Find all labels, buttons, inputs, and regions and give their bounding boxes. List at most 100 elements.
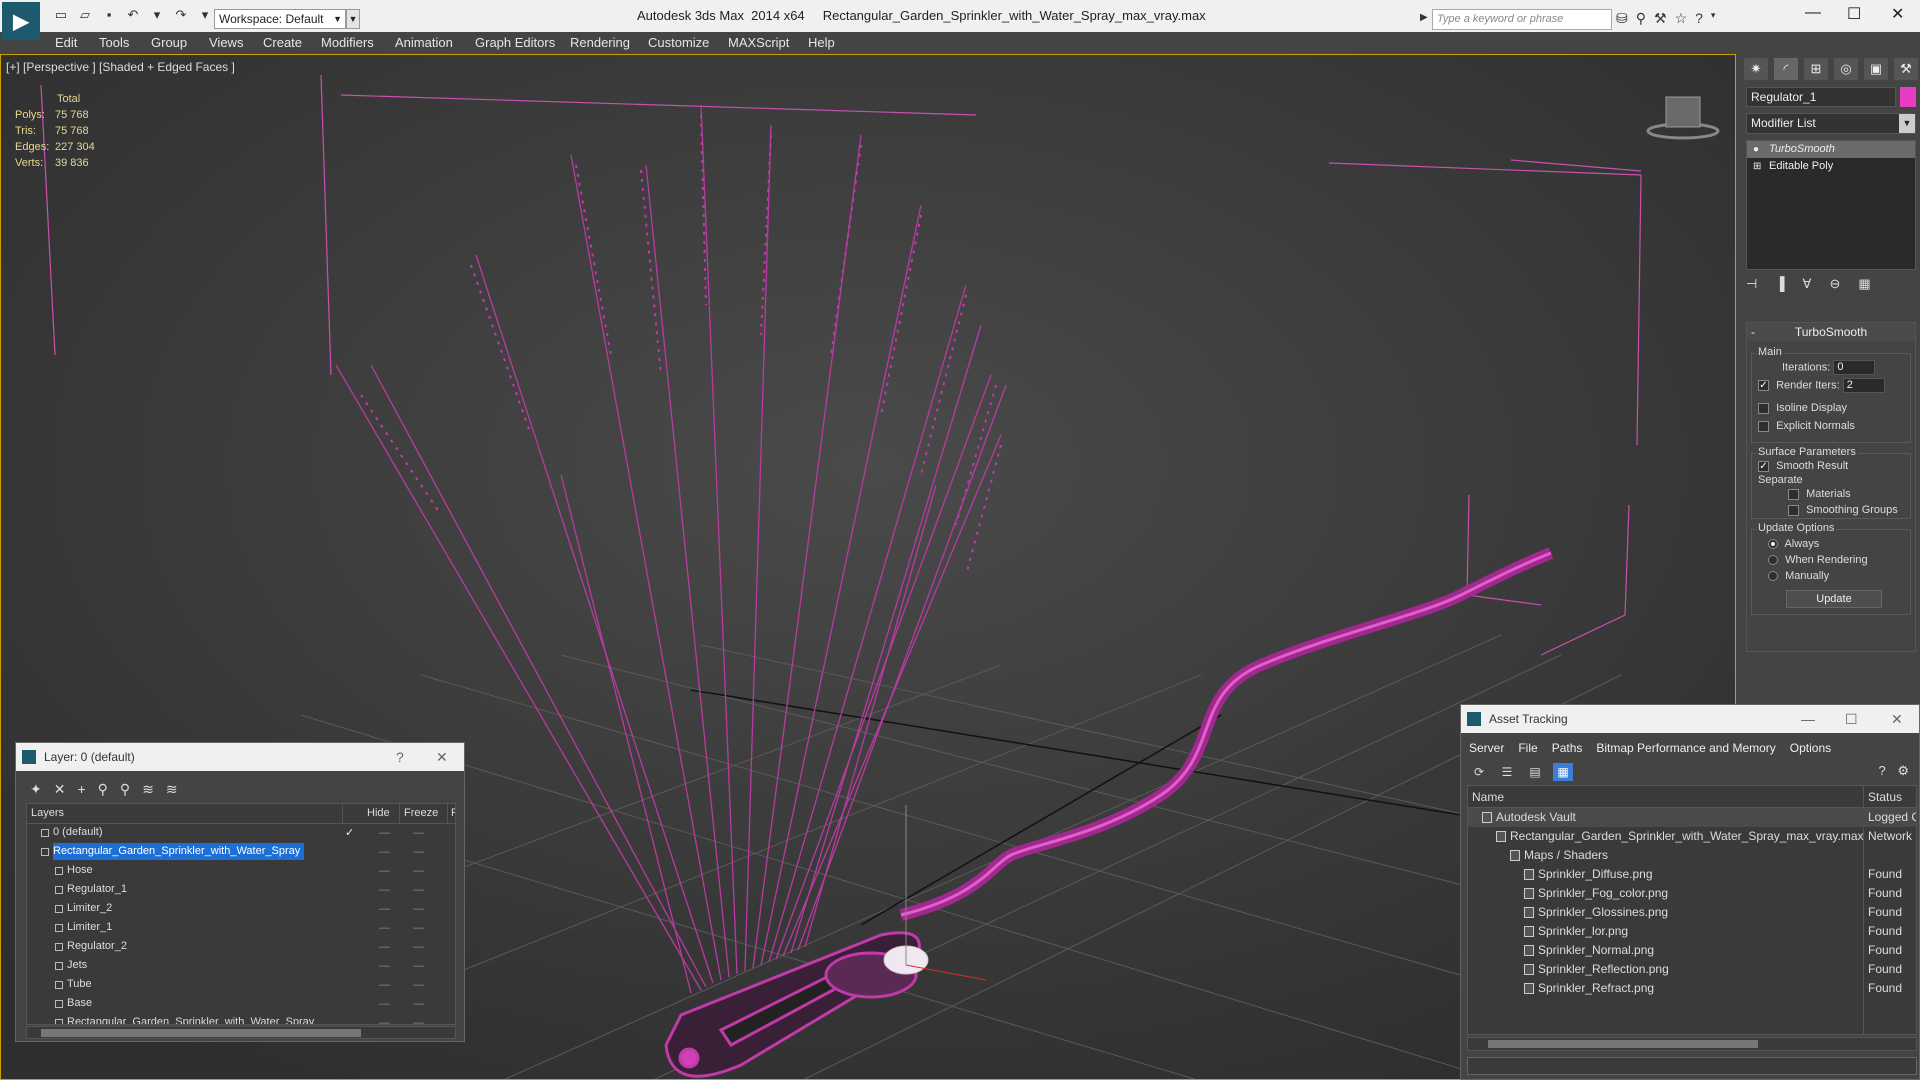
- maximize-icon[interactable]: ☐: [1845, 705, 1858, 733]
- hierarchy-tab-icon[interactable]: ⊞: [1804, 58, 1828, 80]
- asset-menu-paths[interactable]: Paths: [1552, 741, 1583, 755]
- layer-row[interactable]: Rectangular_Garden_Sprinkler_with_Water_…: [27, 1014, 455, 1024]
- smooth-result-checkbox[interactable]: ✓: [1758, 460, 1769, 472]
- favorites-icon[interactable]: ☆: [1675, 10, 1688, 27]
- asset-row[interactable]: Sprinkler_Normal.png Found: [1468, 941, 1916, 960]
- freeze-toggle[interactable]: —: [413, 938, 424, 957]
- remove-modifier-icon[interactable]: ⊖: [1829, 276, 1840, 292]
- asset-row[interactable]: Sprinkler_Refract.png Found: [1468, 979, 1916, 998]
- redo-dropdown-icon[interactable]: ▾: [196, 7, 214, 23]
- menu-views[interactable]: Views: [209, 35, 243, 50]
- hide-toggle[interactable]: —: [379, 995, 390, 1014]
- modify-tab-icon[interactable]: ◜: [1774, 58, 1798, 80]
- explicit-normals-checkbox[interactable]: [1758, 420, 1769, 432]
- layer-row[interactable]: Tube — —: [27, 976, 455, 995]
- object-name-field[interactable]: Regulator_1: [1746, 87, 1896, 107]
- layer-row[interactable]: Limiter_1 — —: [27, 919, 455, 938]
- explicit-normals-option[interactable]: Explicit Normals: [1758, 420, 1855, 432]
- hide-toggle[interactable]: —: [379, 862, 390, 881]
- modifier-list-dropdown[interactable]: Modifier List ▼: [1746, 113, 1916, 134]
- workspace-options-button[interactable]: ▼: [346, 9, 360, 29]
- isoline-checkbox[interactable]: [1758, 402, 1769, 414]
- new-file-icon[interactable]: ▭: [52, 7, 70, 23]
- configure-sets-icon[interactable]: ▦: [1858, 276, 1870, 292]
- freeze-toggle[interactable]: —: [413, 824, 424, 843]
- always-radio[interactable]: [1768, 539, 1778, 550]
- col-render[interactable]: R: [451, 807, 455, 819]
- open-file-icon[interactable]: ▱: [76, 7, 94, 23]
- create-tab-icon[interactable]: ✷: [1744, 58, 1768, 80]
- display-tab-icon[interactable]: ▣: [1864, 58, 1888, 80]
- freeze-toggle[interactable]: —: [413, 881, 424, 900]
- freeze-toggle[interactable]: —: [413, 900, 424, 919]
- col-status[interactable]: Status: [1868, 790, 1902, 804]
- new-layer-icon[interactable]: ✦: [30, 781, 42, 798]
- minimize-icon[interactable]: —: [1805, 4, 1821, 22]
- iterations-spinner[interactable]: 0: [1833, 360, 1876, 375]
- expand-icon[interactable]: ⊞: [1753, 158, 1761, 175]
- table-view-icon[interactable]: ▦: [1553, 763, 1573, 781]
- menu-rendering[interactable]: Rendering: [570, 35, 630, 50]
- binoculars-icon[interactable]: ⛁: [1616, 10, 1628, 27]
- add-to-layer-icon[interactable]: +: [77, 781, 85, 798]
- asset-dialog-titlebar[interactable]: Asset Tracking — ☐ ✕: [1461, 705, 1919, 733]
- select-objects-icon[interactable]: ⚲: [98, 781, 108, 798]
- freeze-toggle[interactable]: —: [413, 919, 424, 938]
- asset-row[interactable]: Sprinkler_Glossines.png Found: [1468, 903, 1916, 922]
- app-logo-button[interactable]: ▶: [2, 2, 40, 40]
- lightbulb-icon[interactable]: ●: [1753, 141, 1759, 158]
- close-icon[interactable]: ✕: [1891, 705, 1903, 733]
- menu-modifiers[interactable]: Modifiers: [321, 35, 374, 50]
- close-icon[interactable]: ✕: [436, 743, 448, 771]
- menu-animation[interactable]: Animation: [395, 35, 453, 50]
- layer-row[interactable]: Jets — —: [27, 957, 455, 976]
- materials-checkbox[interactable]: [1788, 488, 1799, 500]
- menu-tools[interactable]: Tools: [99, 35, 129, 50]
- asset-menu-server[interactable]: Server: [1469, 741, 1504, 755]
- hide-toggle[interactable]: —: [379, 957, 390, 976]
- freeze-toggle[interactable]: —: [413, 1014, 424, 1024]
- help-icon[interactable]: ?: [396, 743, 404, 771]
- hide-all-icon[interactable]: ≋: [142, 781, 154, 798]
- hide-toggle[interactable]: —: [379, 919, 390, 938]
- search-input[interactable]: Type a keyword or phrase: [1432, 9, 1612, 30]
- smoothing-groups-option[interactable]: Smoothing Groups: [1788, 504, 1898, 516]
- show-end-result-icon[interactable]: ▐: [1775, 276, 1784, 292]
- asset-menu-options[interactable]: Options: [1790, 741, 1831, 755]
- freeze-toggle[interactable]: —: [413, 862, 424, 881]
- object-color-swatch[interactable]: [1900, 87, 1916, 107]
- asset-list-scrollbar[interactable]: [1467, 1037, 1917, 1051]
- freeze-toggle[interactable]: —: [413, 995, 424, 1014]
- layer-dialog-titlebar[interactable]: Layer: 0 (default) ? ✕: [16, 743, 464, 771]
- freeze-toggle[interactable]: —: [413, 957, 424, 976]
- when-rendering-radio[interactable]: [1768, 555, 1778, 566]
- motion-tab-icon[interactable]: ◎: [1834, 58, 1858, 80]
- smoothing-groups-checkbox[interactable]: [1788, 504, 1799, 516]
- menu-edit[interactable]: Edit: [55, 35, 77, 50]
- render-iters-spinner[interactable]: 2: [1842, 378, 1885, 393]
- layer-row[interactable]: Base — —: [27, 995, 455, 1014]
- rollout-header[interactable]: - TurboSmooth: [1747, 323, 1915, 341]
- asset-row[interactable]: Sprinkler_Reflection.png Found: [1468, 960, 1916, 979]
- workspace-dropdown[interactable]: Workspace: Default ▼: [214, 9, 346, 29]
- layer-row[interactable]: Regulator_2 — —: [27, 938, 455, 957]
- redo-icon[interactable]: ↷: [172, 7, 190, 23]
- subscription-icon[interactable]: ⚒: [1654, 10, 1667, 27]
- help-icon[interactable]: ?: [1695, 10, 1703, 27]
- layer-row[interactable]: Hose — —: [27, 862, 455, 881]
- layer-row[interactable]: 0 (default) ✓ — —: [27, 824, 455, 843]
- update-manually-option[interactable]: Manually: [1768, 570, 1829, 582]
- current-layer-check[interactable]: ✓: [345, 824, 354, 843]
- asset-row[interactable]: Autodesk Vault Logged C: [1468, 808, 1916, 827]
- freeze-all-icon[interactable]: ≋: [166, 781, 178, 798]
- stack-item-editable-poly[interactable]: ⊞ Editable Poly: [1747, 158, 1915, 175]
- help-icon[interactable]: ?: [1878, 763, 1885, 778]
- col-freeze[interactable]: Freeze: [404, 807, 438, 819]
- delete-layer-icon[interactable]: ✕: [54, 781, 66, 798]
- help-dropdown-icon[interactable]: ▾: [1711, 10, 1716, 27]
- key-icon[interactable]: ⚲: [1636, 10, 1646, 27]
- layer-row[interactable]: Rectangular_Garden_Sprinkler_with_Water_…: [27, 843, 455, 862]
- settings-icon[interactable]: ⚙: [1897, 763, 1909, 778]
- layer-row[interactable]: Limiter_2 — —: [27, 900, 455, 919]
- menu-customize[interactable]: Customize: [648, 35, 709, 50]
